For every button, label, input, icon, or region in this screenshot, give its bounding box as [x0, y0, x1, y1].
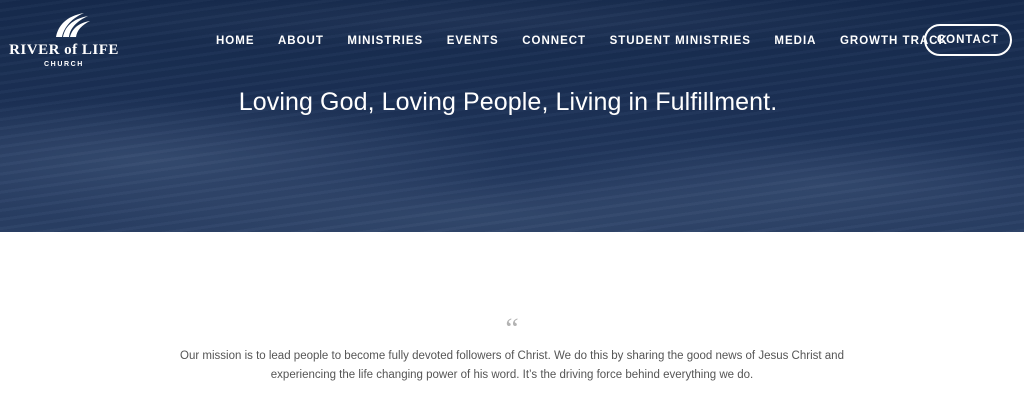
nav-connect[interactable]: CONNECT — [522, 35, 586, 47]
nav-media[interactable]: MEDIA — [774, 35, 816, 47]
nav-home[interactable]: HOME — [216, 35, 255, 47]
hero-banner: RIVER of LIFE CHURCH HOME ABOUT MINISTRI… — [0, 0, 1024, 232]
main-navigation: HOME ABOUT MINISTRIES EVENTS CONNECT STU… — [216, 29, 971, 53]
contact-button[interactable]: CONTACT — [924, 24, 1012, 56]
site-logo[interactable]: RIVER of LIFE CHURCH — [8, 12, 120, 72]
logo-subtitle: CHURCH — [44, 61, 84, 68]
nav-events[interactable]: EVENTS — [447, 35, 499, 47]
mission-statement: Our mission is to lead people to become … — [180, 350, 844, 381]
nav-student-ministries[interactable]: STUDENT MINISTRIES — [610, 35, 751, 47]
river-wave-icon — [56, 13, 90, 37]
logo-name: RIVER of LIFE — [9, 42, 119, 58]
nav-ministries[interactable]: MINISTRIES — [347, 35, 423, 47]
hero-tagline: Loving God, Loving People, Living in Ful… — [238, 88, 778, 116]
nav-about[interactable]: ABOUT — [278, 35, 324, 47]
quote-mark-icon: “ — [505, 312, 519, 345]
